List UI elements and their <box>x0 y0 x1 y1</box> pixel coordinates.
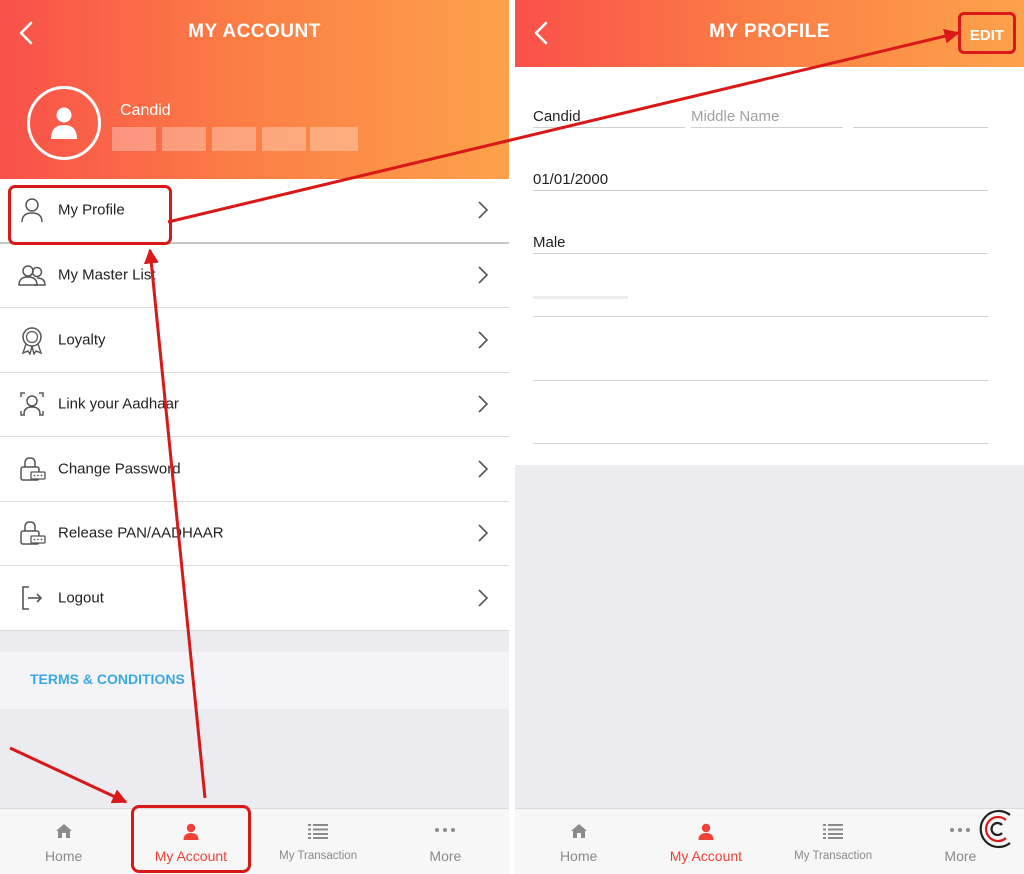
middle-name-field[interactable]: Middle Name <box>691 108 779 125</box>
nav-label: My Account <box>154 848 228 864</box>
masked-text <box>262 127 306 151</box>
nav-home[interactable]: Home <box>0 809 127 874</box>
field-underline <box>533 380 988 381</box>
nav-label: My Transaction <box>279 850 358 862</box>
menu-item-change-password[interactable]: Change Password <box>0 437 509 502</box>
account-header: MY ACCOUNT Candid <box>0 0 509 179</box>
chevron-right-icon <box>478 589 489 607</box>
users-icon <box>18 265 46 286</box>
avatar[interactable] <box>27 86 101 160</box>
home-icon <box>570 824 587 838</box>
masked-text <box>212 127 256 151</box>
nav-my-account[interactable]: My Account <box>127 805 254 874</box>
field-underline <box>533 443 988 444</box>
nav-my-transaction[interactable]: My Transaction <box>770 809 897 874</box>
account-menu: My Profile My Master List Loyalty Link y… <box>0 179 509 631</box>
masked-text <box>310 127 358 151</box>
menu-item-label: My Profile <box>58 201 125 219</box>
terms-link[interactable]: TERMS & CONDITIONS <box>0 652 509 709</box>
chevron-right-icon <box>478 524 489 542</box>
user-name: Candid <box>120 102 171 119</box>
nav-label: Home <box>559 848 598 864</box>
more-dots-icon <box>950 828 971 832</box>
nav-label: My Account <box>669 848 743 864</box>
person-icon <box>51 107 77 139</box>
logout-icon <box>22 585 43 610</box>
nav-label: My Transaction <box>794 850 873 862</box>
lock-icon <box>20 456 46 481</box>
menu-item-label: My Master List <box>58 266 156 284</box>
bottom-nav: Home My Account My Transaction More <box>515 808 1024 874</box>
field-underline <box>533 190 988 191</box>
masked-text <box>162 127 206 151</box>
menu-item-label: Logout <box>58 589 104 607</box>
chevron-right-icon <box>478 331 489 349</box>
menu-item-label: Release PAN/AADHAAR <box>58 524 224 542</box>
account-icon <box>698 823 714 840</box>
badge-icon <box>21 327 43 355</box>
nav-label: More <box>429 848 462 864</box>
my-profile-screen: MY PROFILE EDIT Candid Middle Name 01/01… <box>515 0 1024 874</box>
menu-item-my-master-list[interactable]: My Master List <box>0 244 509 308</box>
list-icon <box>308 824 329 839</box>
chevron-right-icon <box>478 201 489 219</box>
menu-item-link-aadhaar[interactable]: Link your Aadhaar <box>0 373 509 437</box>
first-name-field[interactable]: Candid <box>533 108 581 125</box>
menu-item-loyalty[interactable]: Loyalty <box>0 308 509 373</box>
menu-item-label: Link your Aadhaar <box>58 395 179 413</box>
chevron-right-icon <box>478 460 489 478</box>
edit-button[interactable]: EDIT <box>958 12 1016 54</box>
person-icon <box>21 198 43 223</box>
list-icon <box>823 824 844 839</box>
nav-label: Home <box>44 848 83 864</box>
nav-my-transaction[interactable]: My Transaction <box>255 809 382 874</box>
aadhaar-icon <box>20 392 44 416</box>
page-title: MY ACCOUNT <box>188 21 321 42</box>
tutorial-composite: MY ACCOUNT Candid My Profile My Master L… <box>0 0 1024 874</box>
menu-item-my-profile[interactable]: My Profile <box>0 179 509 245</box>
menu-item-label: Loyalty <box>58 331 106 349</box>
field-underline <box>533 253 988 254</box>
account-icon <box>183 823 199 840</box>
menu-item-release-pan-aadhaar[interactable]: Release PAN/AADHAAR <box>0 502 509 566</box>
field-underline <box>691 127 843 128</box>
gender-field[interactable]: Male <box>533 234 566 251</box>
last-name-field[interactable] <box>853 127 988 128</box>
my-account-screen: MY ACCOUNT Candid My Profile My Master L… <box>0 0 509 874</box>
lock-icon <box>20 521 46 545</box>
field-underline <box>533 316 988 317</box>
masked-text <box>533 296 628 299</box>
nav-home[interactable]: Home <box>515 809 642 874</box>
profile-form: Candid Middle Name 01/01/2000 Male <box>515 67 1024 465</box>
dob-field[interactable]: 01/01/2000 <box>533 171 608 188</box>
field-underline <box>533 127 685 128</box>
chevron-right-icon <box>478 266 489 284</box>
bottom-nav: Home My Account My Transaction More <box>0 805 509 874</box>
home-icon <box>55 824 72 838</box>
more-dots-icon <box>435 828 456 832</box>
watermark-logo-icon <box>979 809 1011 849</box>
nav-my-account[interactable]: My Account <box>642 809 769 874</box>
masked-text <box>112 127 156 151</box>
nav-more[interactable]: More <box>382 809 509 874</box>
menu-item-label: Change Password <box>58 460 181 478</box>
page-title: MY PROFILE <box>709 21 830 42</box>
profile-header: MY PROFILE EDIT <box>515 0 1024 67</box>
chevron-right-icon <box>478 395 489 413</box>
terms-label: TERMS & CONDITIONS <box>30 671 185 687</box>
menu-item-logout[interactable]: Logout <box>0 566 509 631</box>
